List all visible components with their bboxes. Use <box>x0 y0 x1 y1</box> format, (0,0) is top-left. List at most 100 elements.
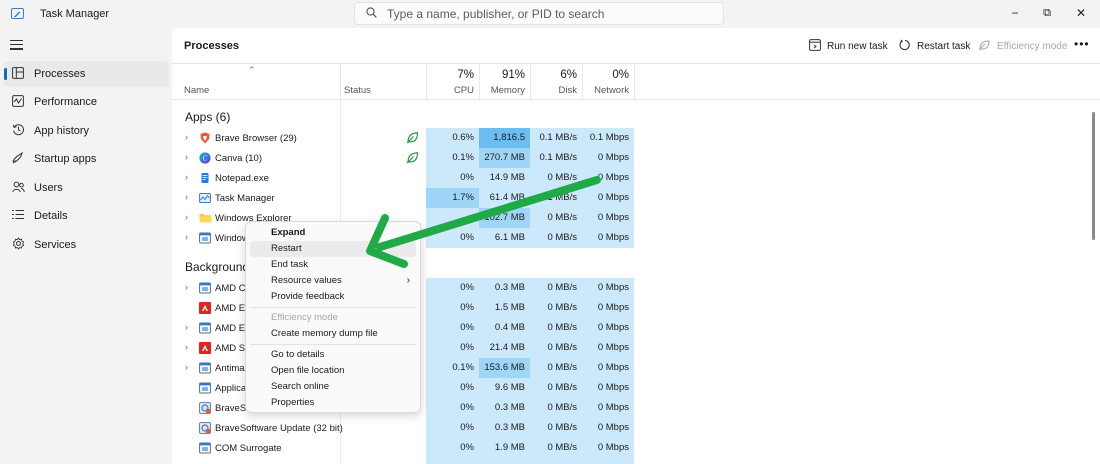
context-menu-end-task[interactable]: End task <box>250 257 416 273</box>
brave-icon <box>199 132 211 144</box>
cpu-cell: 0% <box>460 442 474 453</box>
maximize-button[interactable]: ⧉ <box>1032 3 1062 23</box>
hamburger-menu-icon[interactable] <box>10 40 23 53</box>
context-menu-create-dump[interactable]: Create memory dump file <box>250 326 416 342</box>
title-bar: Task Manager − ⧉ ✕ <box>0 0 1100 28</box>
network-cell: 0 Mbps <box>597 442 629 453</box>
network-cell: 0 Mbps <box>597 382 629 393</box>
header-divider <box>172 99 1100 100</box>
search-box[interactable] <box>354 2 724 25</box>
expand-chevron-icon[interactable]: › <box>185 212 188 222</box>
process-row[interactable]: › Brave Browser (29) 0.6% 1,816.5 MB 0.1 MB/… <box>172 128 634 163</box>
process-row[interactable]: › C Canva (10) 0.1% 270.7 MB 0.1 MB/s 0 Mbps <box>172 148 634 168</box>
process-row[interactable]: COM Surrogate 0% 1.9 MB 0 MB/s 0 Mbps <box>172 438 634 458</box>
column-header-status[interactable]: Status <box>332 63 426 99</box>
expand-chevron-icon[interactable]: › <box>185 282 188 292</box>
disk-cell: 0 MB/s <box>547 402 577 413</box>
run-new-task-button[interactable]: Run new task <box>809 37 888 55</box>
processes-icon <box>11 66 25 82</box>
expand-chevron-icon[interactable]: › <box>185 172 188 182</box>
disk-cell: 0 MB/s <box>547 322 577 333</box>
sidebar-item-label: Services <box>34 239 77 251</box>
efficiency-mode-leaf-icon <box>406 131 419 144</box>
process-row[interactable]: › Notepad.exe 0% 14.9 MB 0 MB/s 0 Mbps <box>172 168 634 188</box>
sidebar-item-label: Performance <box>34 96 97 108</box>
expand-chevron-icon[interactable]: › <box>185 152 188 162</box>
expand-chevron-icon[interactable]: › <box>185 132 188 142</box>
disk-cell: 0.1 MB/s <box>539 192 578 203</box>
efficiency-mode-button[interactable]: Efficiency mode <box>978 37 1067 55</box>
context-menu: Expand Restart End task Resource values … <box>245 221 421 413</box>
column-header-name[interactable]: Name <box>172 63 340 99</box>
expand-chevron-icon[interactable]: › <box>185 192 188 202</box>
context-menu-properties[interactable]: Properties <box>250 395 416 411</box>
submenu-chevron-icon: › <box>406 275 410 286</box>
vertical-scrollbar[interactable] <box>1092 112 1095 240</box>
expand-chevron-icon[interactable]: › <box>185 322 188 332</box>
restart-task-label: Restart task <box>917 40 971 52</box>
network-total-percent: 0% <box>612 69 629 81</box>
process-name: Canva (10) <box>215 153 262 164</box>
context-menu-restart[interactable]: Restart <box>250 241 416 257</box>
network-cell: 0 Mbps <box>597 402 629 413</box>
column-header-memory[interactable]: 91% Memory <box>479 63 530 99</box>
memory-cell: 1,816.5 MB <box>479 128 530 163</box>
context-menu-resource-values[interactable]: Resource values › <box>250 273 416 289</box>
context-menu-separator <box>250 307 416 308</box>
network-cell: 0 Mbps <box>597 362 629 373</box>
cpu-cell <box>426 208 479 228</box>
process-row[interactable]: › Task Manager 1.7% 61.4 MB 0.1 MB/s 0 Mbps <box>172 188 634 208</box>
process-name: BraveSoftware Update (32 bit) <box>215 423 343 434</box>
context-menu-expand[interactable]: Expand <box>250 225 416 241</box>
column-cpu-label: CPU <box>453 85 474 96</box>
minimize-button[interactable]: − <box>1000 3 1030 23</box>
context-menu-provide-feedback[interactable]: Provide feedback <box>250 289 416 305</box>
memory-cell: 102.7 MB <box>479 208 530 228</box>
sidebar-item-app-history[interactable]: App history <box>4 118 169 144</box>
disk-total-percent: 6% <box>560 69 577 81</box>
process-row[interactable]: BraveSoftware Update (32 bit) 0% 0.3 MB 0 M… <box>172 418 634 438</box>
sidebar-item-users[interactable]: Users <box>4 175 169 201</box>
column-divider <box>634 63 635 99</box>
brave-update-icon <box>199 402 211 414</box>
sidebar-item-performance[interactable]: Performance <box>4 89 169 115</box>
network-cell: 0 Mbps <box>597 232 629 243</box>
restart-task-button[interactable]: Restart task <box>899 37 970 55</box>
context-menu-efficiency-mode[interactable]: Efficiency mode <box>250 310 416 326</box>
context-menu-open-file-location[interactable]: Open file location <box>250 363 416 379</box>
process-name: Brave Browser (29) <box>215 133 297 144</box>
brave-update-icon <box>199 422 211 434</box>
disk-cell: 0 MB/s <box>547 172 577 183</box>
network-cell: 0 Mbps <box>597 152 629 163</box>
cpu-cell: 0% <box>460 382 474 393</box>
column-header-network[interactable]: 0% Network <box>582 63 634 99</box>
disk-cell: 0.1 MB/s <box>539 132 578 143</box>
sidebar-item-processes[interactable]: Processes <box>4 61 169 87</box>
expand-chevron-icon[interactable]: › <box>185 362 188 372</box>
process-name: Window <box>215 233 249 244</box>
cpu-cell: 0% <box>460 232 474 243</box>
process-name: COM Surrogate <box>215 443 282 454</box>
context-menu-search-online[interactable]: Search online <box>250 379 416 395</box>
cpu-cell: 0% <box>460 422 474 433</box>
sidebar-item-details[interactable]: Details <box>4 203 169 229</box>
process-name: Applica <box>215 383 247 394</box>
more-options-button[interactable]: ••• <box>1074 37 1090 51</box>
cpu-cell: 0% <box>460 172 474 183</box>
sidebar-item-services[interactable]: Services <box>4 232 169 258</box>
context-menu-go-to-details[interactable]: Go to details <box>250 347 416 363</box>
amd-icon <box>199 302 211 314</box>
close-button[interactable]: ✕ <box>1066 3 1096 23</box>
search-input[interactable] <box>387 6 707 21</box>
process-name: Antimal <box>215 363 247 374</box>
startup-apps-icon <box>11 151 25 167</box>
expand-chevron-icon[interactable]: › <box>185 232 188 242</box>
expand-chevron-icon[interactable]: › <box>185 342 188 352</box>
column-header-disk[interactable]: 6% Disk <box>530 63 582 99</box>
sidebar-item-startup-apps[interactable]: Startup apps <box>4 146 169 172</box>
column-name-label: Name <box>184 85 210 96</box>
context-menu-resource-values-label: Resource values <box>271 275 342 286</box>
column-header-cpu[interactable]: 7% CPU <box>426 63 479 99</box>
svg-text:C: C <box>203 154 208 162</box>
restart-icon <box>899 38 911 54</box>
